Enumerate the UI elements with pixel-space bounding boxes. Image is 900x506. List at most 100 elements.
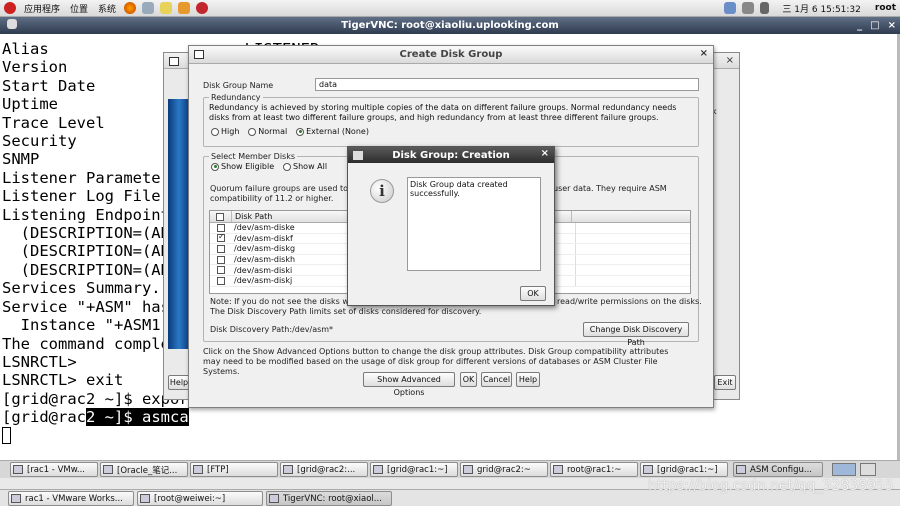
window-icon <box>736 465 746 474</box>
taskbar-item-label: [FTP] <box>207 464 229 475</box>
taskbar-item[interactable]: [root@weiwei:~] <box>137 491 263 506</box>
mail-icon[interactable] <box>142 2 155 14</box>
disk-checkbox[interactable] <box>217 223 225 232</box>
radio-show-eligible[interactable] <box>211 162 219 171</box>
taskbar-item[interactable]: grid@rac2:~ <box>460 462 548 477</box>
clock[interactable]: 三 1月 6 15:51:32 <box>782 2 860 15</box>
disk-path: /dev/asm-diskj <box>234 276 293 286</box>
quorum-text-line2: compatibility of 11.2 or higher. <box>210 194 334 203</box>
window-icon <box>169 57 179 66</box>
firefox-icon[interactable] <box>124 2 137 14</box>
taskbar-item[interactable]: [grid@rac2:... <box>280 462 368 477</box>
disk-discovery-path: Disk Discovery Path:/dev/asm* <box>210 325 334 334</box>
cherry-icon[interactable] <box>196 2 209 14</box>
row-checkbox-cell <box>210 255 232 264</box>
radio-external[interactable] <box>296 127 305 136</box>
member-disks-legend: Select Member Disks <box>211 152 296 161</box>
note-text-line2: The Disk Discovery Path limits set of di… <box>210 307 482 316</box>
disk-checkbox[interactable] <box>217 244 225 253</box>
dialog-title: Create Disk Group <box>399 49 503 60</box>
taskbar-item[interactable]: [grid@rac1:~] <box>640 462 728 477</box>
redhat-icon[interactable] <box>4 2 16 14</box>
taskbar-item-label: [grid@rac1:~] <box>657 464 718 475</box>
redundancy-group: Redundancy Redundancy is achieved by sto… <box>203 93 699 147</box>
radio-normal-label: Normal <box>258 127 288 136</box>
update-icon[interactable] <box>724 2 737 14</box>
taskbar-item[interactable]: root@rac1:~ <box>550 462 638 477</box>
taskbar-item-label: ASM Configu... <box>750 464 813 475</box>
info-icon: i <box>370 179 394 203</box>
row-checkbox-cell <box>210 232 232 243</box>
redundancy-description: Redundancy is achieved by storing multip… <box>209 103 677 122</box>
radio-normal[interactable] <box>248 127 257 136</box>
taskbar-item[interactable]: [grid@rac1:~] <box>370 462 458 477</box>
disk-checkbox[interactable] <box>217 232 225 243</box>
show-advanced-options-button[interactable]: Show Advanced Options <box>363 372 455 397</box>
minimize-icon[interactable]: _ <box>857 20 862 31</box>
asm-help-button[interactable]: Help <box>168 375 190 390</box>
taskbar-item[interactable]: [rac1 - VMw... <box>10 462 98 477</box>
window-icon <box>463 465 473 474</box>
window-icon <box>643 465 653 474</box>
close-icon[interactable]: × <box>888 20 896 31</box>
popup-close-icon[interactable]: × <box>541 148 549 159</box>
disk-checkbox[interactable] <box>217 255 225 264</box>
terminal-cursor <box>2 426 319 445</box>
workspace-switcher[interactable] <box>832 463 856 476</box>
system-menu[interactable]: 系统 <box>98 2 116 15</box>
notes-icon[interactable] <box>160 2 173 14</box>
taskbar-item[interactable]: rac1 - VMware Works... <box>8 491 134 506</box>
show-desktop-button[interactable] <box>860 463 876 476</box>
taskbar-item[interactable]: ASM Configu... <box>733 462 823 477</box>
note-text-left: Note: If you do not see the disks which <box>210 297 366 306</box>
radio-show-all[interactable] <box>283 162 292 171</box>
disk-checkbox[interactable] <box>217 266 225 275</box>
taskbar-item-label: grid@rac2:~ <box>477 464 531 475</box>
taskbar-item-label: [root@weiwei:~] <box>154 493 226 504</box>
taskbar-item[interactable]: [FTP] <box>190 462 278 477</box>
applications-menu[interactable]: 应用程序 <box>24 2 60 15</box>
window-icon <box>193 465 203 474</box>
header-checkbox-cell <box>210 211 232 222</box>
exit-button[interactable]: Exit <box>714 375 736 390</box>
terminal-prompt: [grid@rac <box>2 408 86 427</box>
asm-side-graphic <box>168 99 190 349</box>
disk-path: /dev/asm-diski <box>234 265 293 275</box>
volume-icon[interactable] <box>760 2 770 14</box>
disk-group-name-input[interactable]: data <box>315 78 699 91</box>
cancel-button[interactable]: Cancel <box>481 372 512 387</box>
change-discovery-path-button[interactable]: Change Disk Discovery Path <box>583 322 689 347</box>
asm-close-icon[interactable]: × <box>726 55 734 66</box>
user-name[interactable]: root <box>875 3 896 13</box>
show-eligible-label: Show Eligible <box>221 162 275 171</box>
taskbar-item-label: root@rac1:~ <box>567 464 622 475</box>
radio-high-label: High <box>221 127 240 136</box>
window-icon <box>194 50 204 59</box>
places-menu[interactable]: 位置 <box>70 2 88 15</box>
taskbar-item[interactable]: TigerVNC: root@xiaol... <box>266 491 392 506</box>
disk-path: /dev/asm-diskf <box>234 233 293 243</box>
window-icon <box>553 465 563 474</box>
redundancy-options: High Normal External (None) <box>204 123 698 137</box>
vnc-window-icon[interactable] <box>7 19 17 29</box>
popup-ok-button[interactable]: OK <box>520 286 546 301</box>
vnc-taskbar: [rac1 - VMw... [Oracle_笔记... [FTP] [grid@ra… <box>0 460 900 478</box>
screenshot-icon[interactable] <box>178 2 191 14</box>
network-icon[interactable] <box>742 2 755 14</box>
window-icon <box>13 465 23 474</box>
row-checkbox-cell <box>210 244 232 253</box>
radio-high[interactable] <box>211 127 219 136</box>
ok-button[interactable]: OK <box>460 372 477 387</box>
window-icon <box>103 465 113 474</box>
column-header-3[interactable] <box>572 211 690 222</box>
disk-checkbox[interactable] <box>217 276 225 285</box>
taskbar-item[interactable]: [Oracle_笔记... <box>100 462 188 477</box>
maximize-icon[interactable]: □ <box>870 20 879 31</box>
close-icon[interactable]: × <box>700 48 708 59</box>
window-icon <box>283 465 293 474</box>
window-icon <box>373 465 383 474</box>
redundancy-legend: Redundancy <box>211 93 261 102</box>
select-all-checkbox[interactable] <box>216 212 224 221</box>
taskbar-item-label: [grid@rac1:~] <box>387 464 448 475</box>
help-button[interactable]: Help <box>516 372 540 387</box>
